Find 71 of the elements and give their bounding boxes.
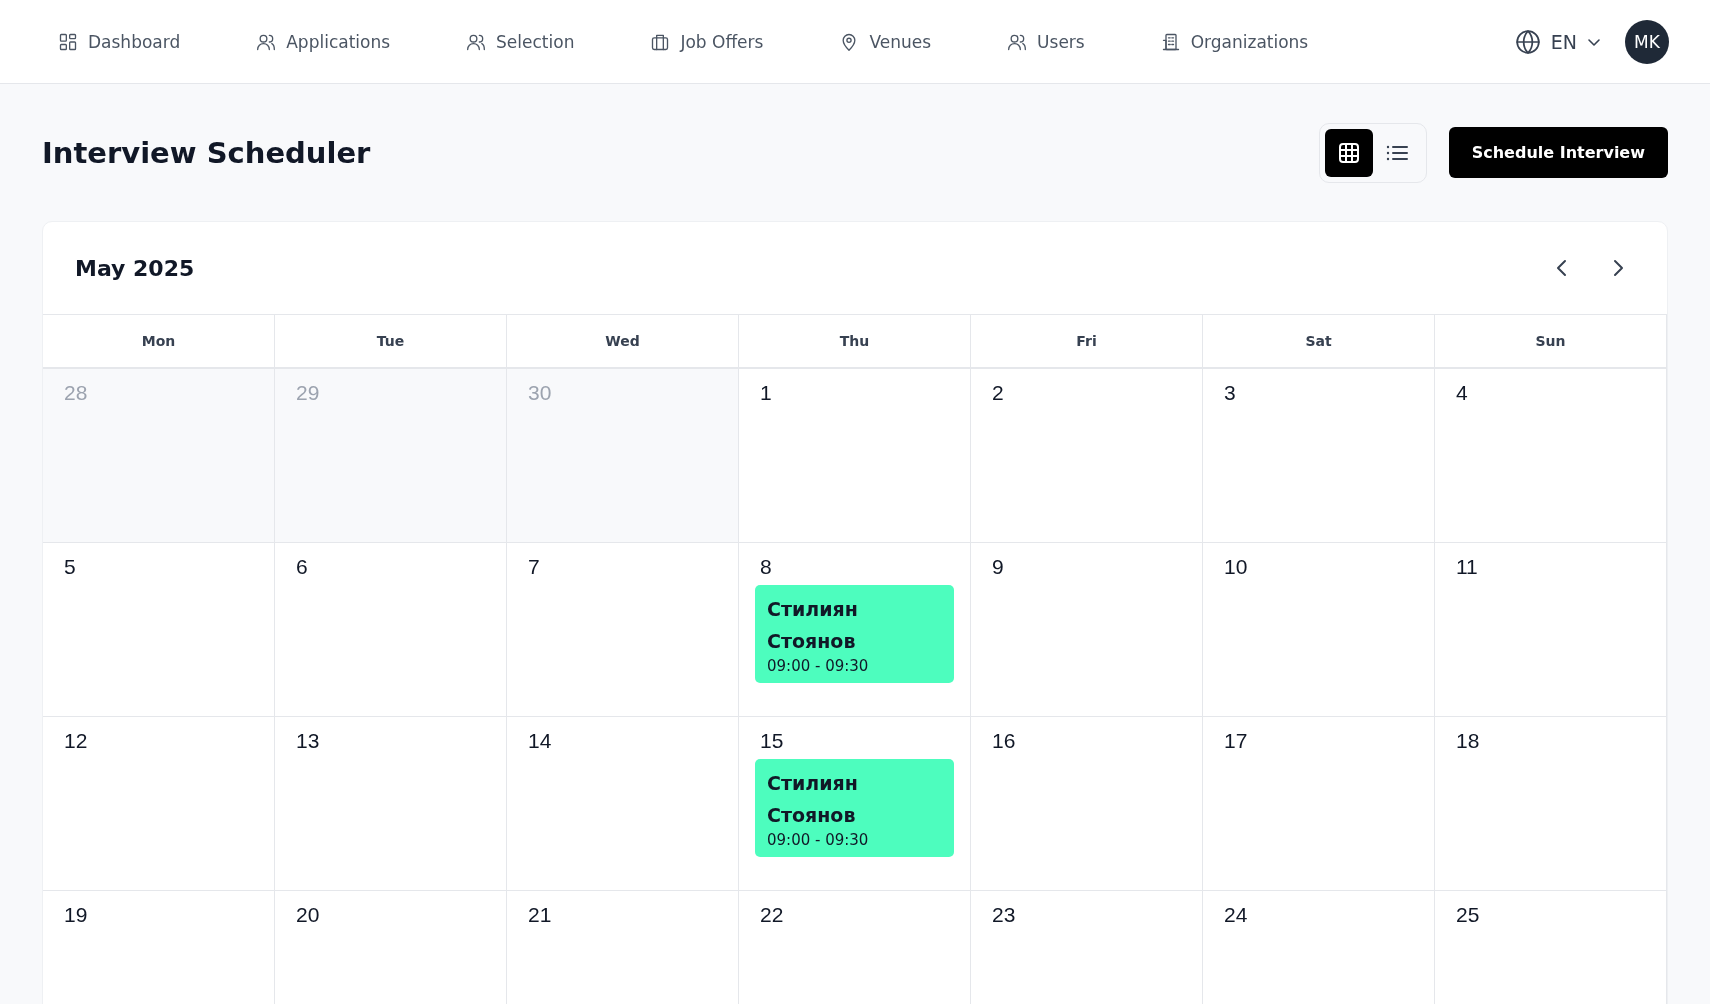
day-number: 13 [295, 729, 321, 753]
day-number: 24 [1223, 903, 1249, 927]
candidate-name: Стилиян Стоянов [767, 597, 859, 654]
day-number: 2 [991, 381, 1005, 405]
day-number: 17 [1223, 729, 1249, 753]
nav-link[interactable]: Venues [839, 31, 932, 52]
day-cell[interactable]: 4 [1435, 369, 1667, 543]
day-number: 8 [759, 555, 773, 579]
nav-link[interactable]: Users [1007, 31, 1085, 52]
day-number: 28 [63, 381, 89, 405]
day-cell[interactable]: 5 [43, 543, 275, 717]
day-cell[interactable]: 12 [43, 717, 275, 891]
day-cell[interactable]: 7 [507, 543, 739, 717]
day-number: 3 [1223, 381, 1237, 405]
building-icon [1160, 31, 1181, 52]
day-number: 4 [1455, 381, 1469, 405]
day-number: 10 [1223, 555, 1249, 579]
day-number: 7 [527, 555, 541, 579]
day-number: 16 [991, 729, 1017, 753]
user-avatar[interactable]: MK [1625, 19, 1669, 64]
day-number: 14 [527, 729, 553, 753]
nav-link[interactable]: Job Offers [650, 31, 764, 52]
interview-event[interactable]: Стилиян Стоянов 09:00 - 09:30 [755, 759, 954, 857]
day-number: 5 [63, 555, 77, 579]
day-cell[interactable]: 11 [1435, 543, 1667, 717]
day-cell[interactable]: 14 [507, 717, 739, 891]
day-number: 23 [991, 903, 1017, 927]
interview-event[interactable]: Стилиян Стоянов 09:00 - 09:30 [755, 585, 954, 683]
interview-time: 09:00 - 09:30 [767, 657, 870, 675]
day-cell[interactable]: 1 [739, 369, 971, 543]
grid-icon [58, 31, 78, 52]
day-number: 29 [295, 381, 321, 405]
day-cell[interactable]: 17 [1203, 717, 1435, 891]
day-cell[interactable]: 18 [1435, 717, 1667, 891]
day-cell[interactable]: 10 [1203, 543, 1435, 717]
grid-view-button[interactable] [1324, 128, 1373, 177]
interview-time: 09:00 - 09:30 [767, 831, 870, 849]
day-cell[interactable]: 2 [971, 369, 1203, 543]
nav-link[interactable]: Organizations [1160, 31, 1309, 52]
nav-link[interactable]: Applications [256, 31, 391, 52]
day-number: 12 [63, 729, 89, 753]
day-number: 20 [295, 903, 321, 927]
chevron-right-icon [1611, 259, 1625, 277]
language-selector[interactable]: EN [1514, 28, 1601, 55]
month-title: May 2025 [75, 255, 195, 281]
day-cell[interactable]: 9 [971, 543, 1203, 717]
day-number: 11 [1455, 555, 1479, 579]
chevron-left-icon [1555, 259, 1569, 277]
day-number: 30 [527, 381, 553, 405]
page-title: Interview Scheduler [42, 135, 371, 170]
schedule-interview-button[interactable]: Schedule Interview [1448, 127, 1668, 178]
day-cell[interactable]: 8 Стилиян Стоянов 09:00 - 09:30 [739, 543, 971, 717]
candidate-name: Стилиян Стоянов [767, 771, 859, 828]
day-cell[interactable]: 13 [275, 717, 507, 891]
globe-icon [1514, 28, 1541, 55]
day-number: 25 [1455, 903, 1481, 927]
day-cell[interactable]: 3 [1203, 369, 1435, 543]
day-number: 1 [759, 381, 773, 405]
grid-icon [1337, 141, 1360, 164]
day-number: 6 [295, 555, 309, 579]
day-number: 15 [759, 729, 785, 753]
day-number: 18 [1455, 729, 1481, 753]
day-cell[interactable]: 15 Стилиян Стоянов 09:00 - 09:30 [739, 717, 971, 891]
day-number: 9 [991, 555, 1005, 579]
day-cell[interactable]: 16 [971, 717, 1203, 891]
day-number: 22 [759, 903, 785, 927]
day-number: 21 [527, 903, 553, 927]
nav-link[interactable]: Selection [466, 31, 575, 52]
day-number: 19 [63, 903, 89, 927]
day-cell[interactable]: 6 [275, 543, 507, 717]
nav-link[interactable]: Dashboard [58, 31, 181, 52]
